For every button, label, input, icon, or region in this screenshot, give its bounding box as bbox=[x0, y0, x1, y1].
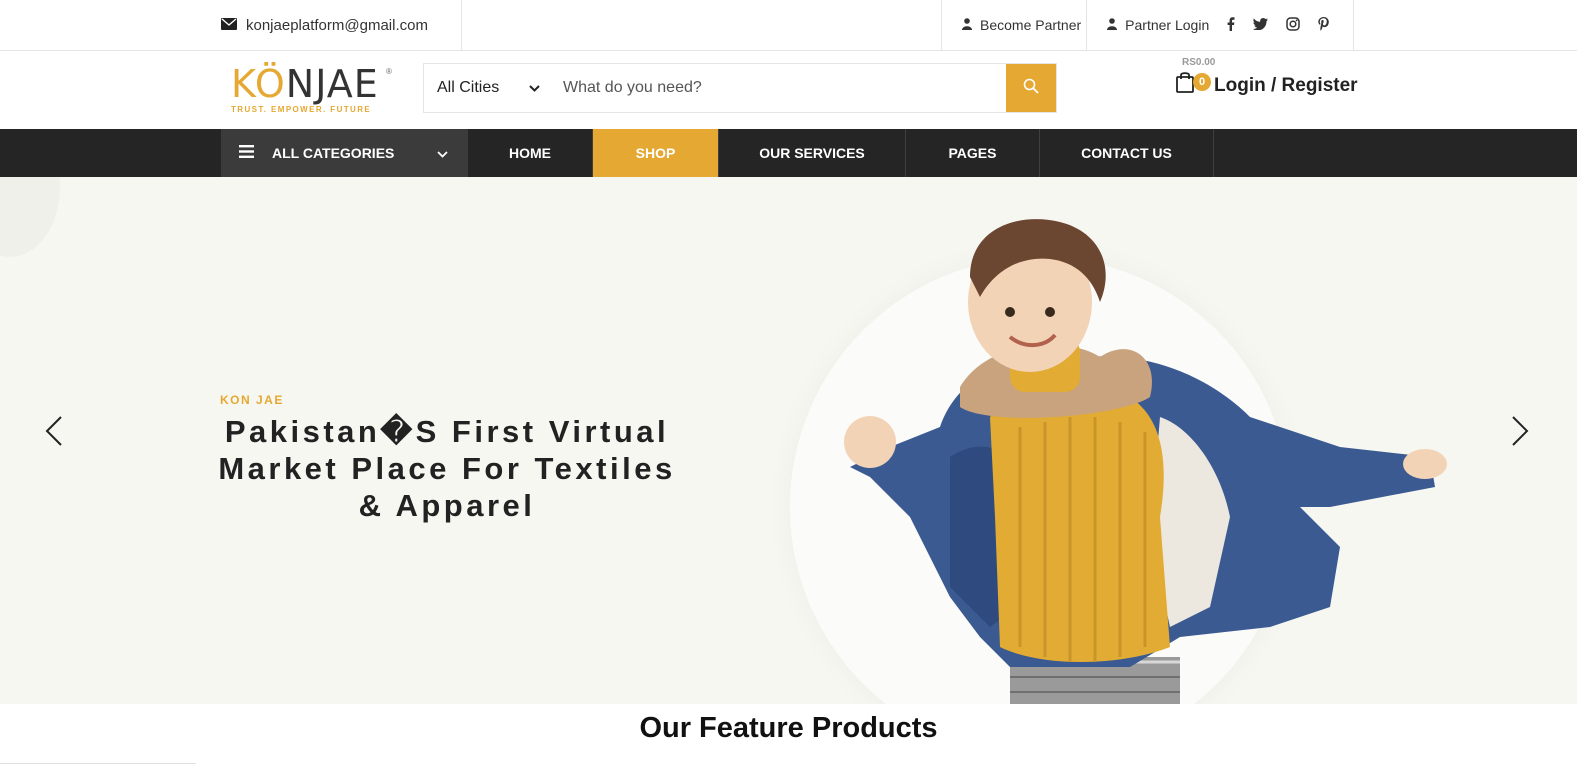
login-register-link[interactable]: Login / Register bbox=[1214, 75, 1358, 97]
cart-count-badge: 0 bbox=[1193, 73, 1211, 91]
search-button[interactable] bbox=[1006, 64, 1056, 112]
chevron-left-icon bbox=[44, 416, 64, 451]
twitter-icon[interactable] bbox=[1253, 17, 1269, 33]
slider-prev-button[interactable] bbox=[44, 415, 64, 452]
nav-pages[interactable]: PAGES bbox=[906, 129, 1040, 177]
cart-button[interactable]: 0 bbox=[1176, 71, 1211, 97]
logo-wordmark: KÖNJAE bbox=[231, 62, 379, 106]
user-icon bbox=[1107, 17, 1118, 33]
hero-child-image bbox=[844, 219, 1447, 704]
facebook-icon[interactable] bbox=[1227, 16, 1235, 34]
city-select-value: All Cities bbox=[437, 79, 500, 96]
partner-login-link[interactable]: Partner Login bbox=[1087, 0, 1215, 50]
top-bar-links: Become Partner Partner Login bbox=[941, 0, 1355, 50]
search-input[interactable] bbox=[552, 64, 1006, 112]
nav-home[interactable]: HOME bbox=[468, 129, 593, 177]
instagram-icon[interactable] bbox=[1286, 16, 1300, 34]
konjae-logo[interactable]: KÖNJAE TRUST. EMPOWER. FUTURE ® bbox=[231, 63, 396, 119]
logo-tagline: TRUST. EMPOWER. FUTURE bbox=[231, 105, 372, 114]
user-icon bbox=[962, 17, 972, 33]
email-text: konjaeplatform@gmail.com bbox=[246, 16, 428, 34]
all-categories-label: ALL CATEGORIES bbox=[272, 145, 395, 161]
become-partner-link[interactable]: Become Partner bbox=[942, 0, 1088, 50]
hamburger-icon bbox=[239, 145, 254, 161]
hero-eyebrow: KON JAE bbox=[220, 393, 284, 407]
nav-our-services[interactable]: OUR SERVICES bbox=[719, 129, 906, 177]
slider-next-button[interactable] bbox=[1510, 415, 1530, 452]
social-links bbox=[1215, 0, 1355, 50]
become-partner-label: Become Partner bbox=[980, 17, 1082, 33]
nav-shop[interactable]: SHOP bbox=[593, 129, 719, 177]
site-header: KÖNJAE TRUST. EMPOWER. FUTURE ® All Citi… bbox=[0, 51, 1577, 129]
contact-email[interactable]: konjaeplatform@gmail.com bbox=[221, 0, 462, 50]
nav-contact-us[interactable]: CONTACT US bbox=[1040, 129, 1214, 177]
pinterest-icon[interactable] bbox=[1318, 16, 1330, 34]
search-icon bbox=[1023, 78, 1039, 99]
cart-amount: RS0.00 bbox=[1182, 57, 1216, 68]
chevron-down-icon bbox=[529, 79, 540, 97]
chevron-down-icon bbox=[437, 145, 448, 161]
decorative-blob bbox=[0, 177, 60, 257]
logo-registered: ® bbox=[386, 67, 392, 76]
partner-login-label: Partner Login bbox=[1125, 17, 1210, 33]
shopping-bag-icon bbox=[1176, 72, 1194, 97]
hero-slider: KON JAE Pakistan�S First Virtual Market … bbox=[0, 177, 1577, 704]
all-categories-button[interactable]: ALL CATEGORIES bbox=[221, 129, 468, 177]
city-select[interactable]: All Cities bbox=[424, 64, 552, 112]
envelope-icon bbox=[221, 17, 237, 34]
top-bar: konjaeplatform@gmail.com Become Partner … bbox=[0, 0, 1577, 51]
main-nav: ALL CATEGORIES HOME SHOP OUR SERVICES PA… bbox=[0, 129, 1577, 177]
chevron-right-icon bbox=[1510, 416, 1530, 451]
section-divider bbox=[0, 763, 196, 764]
hero-headline: Pakistan�S First Virtual Market Place Fo… bbox=[218, 414, 676, 523]
section-title: Our Feature Products bbox=[639, 712, 938, 744]
search-bar: All Cities bbox=[423, 63, 1057, 113]
